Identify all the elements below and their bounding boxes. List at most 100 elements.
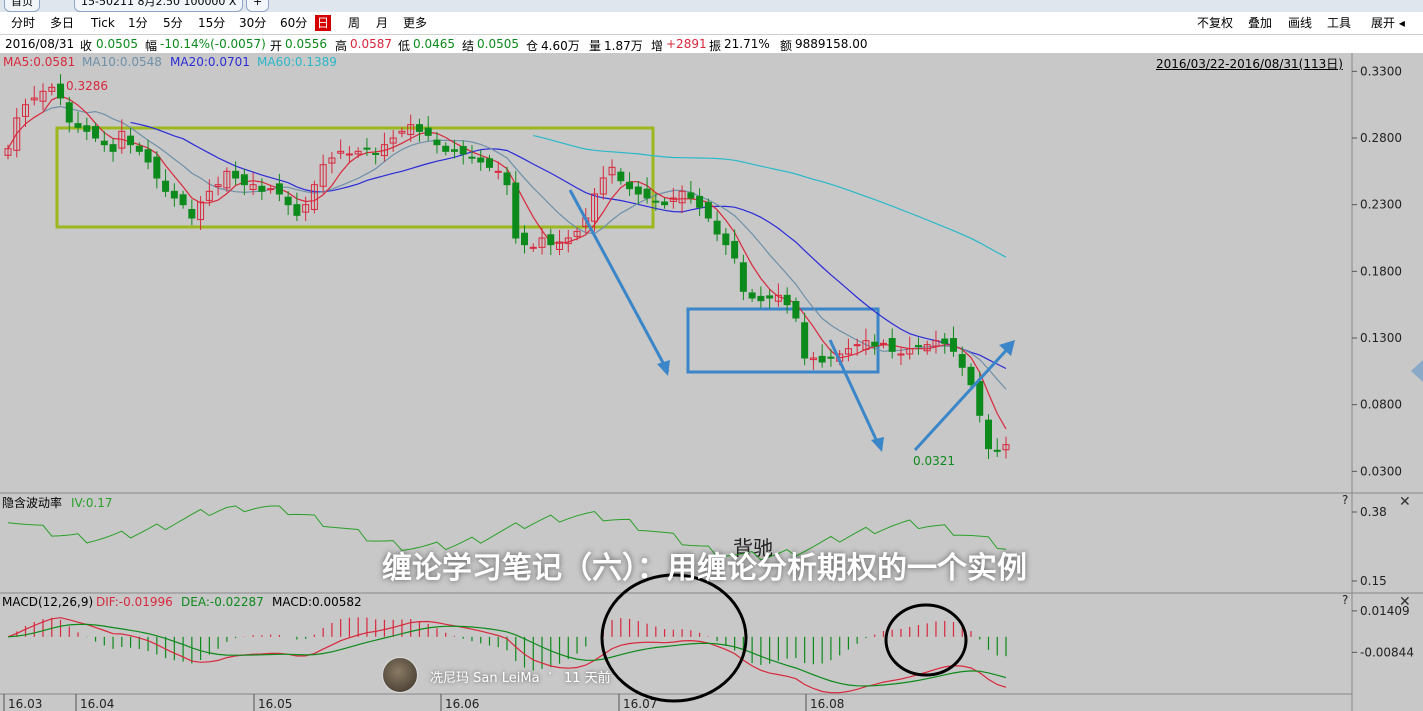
author-name[interactable]: 冼尼玛 San LeiMa: [430, 667, 540, 686]
period-month[interactable]: 月: [374, 15, 390, 31]
candle-body: [503, 172, 511, 186]
iv-help-icon: ?: [1342, 493, 1348, 507]
candle-body: [949, 338, 957, 352]
kline-chart[interactable]: 0.3300 0.2800 0.2300 0.1800 0.1300 0.0800 0.03…: [0, 53, 1423, 711]
period-tick[interactable]: Tick: [89, 15, 117, 31]
iv-value: IV:0.17: [71, 496, 113, 510]
high-marker-label: 0.3286: [66, 79, 108, 93]
candle-body: [275, 183, 283, 195]
candle-body: [363, 147, 371, 150]
candle-body: [792, 300, 800, 319]
candle-body: [170, 190, 178, 199]
period-toolbar: 分时 多日 Tick 1分 5分 15分 30分 60分 日 周 月 更多 不复…: [0, 12, 1423, 35]
overlay-button[interactable]: 叠加: [1246, 15, 1274, 31]
candle-body: [634, 186, 642, 195]
candle-body: [459, 146, 467, 155]
period-5min[interactable]: 5分: [161, 15, 185, 31]
candle-body: [739, 262, 747, 292]
candle-body: [415, 124, 423, 132]
tab-label: +: [253, 0, 263, 8]
post-time: 11 天前: [564, 671, 611, 686]
divergence-circle-2: [884, 603, 968, 677]
quote-high: 0.0587: [350, 37, 392, 51]
period-day[interactable]: 日: [315, 15, 332, 31]
candle-body: [372, 152, 380, 155]
ma5-line: [7, 95, 1007, 430]
candle-body: [153, 156, 161, 179]
quote-low-label: 低: [398, 39, 411, 53]
period-30min[interactable]: 30分: [237, 15, 268, 31]
quote-low: 0.0465: [413, 37, 455, 51]
tools-button[interactable]: 工具: [1325, 15, 1353, 31]
candle-body: [179, 194, 187, 206]
candle-body: [871, 341, 879, 347]
period-week[interactable]: 周: [346, 15, 362, 31]
divergence-circle-1: [600, 573, 748, 703]
candle-body: [853, 344, 861, 347]
quote-oi-label: 仓: [526, 39, 539, 53]
candle-body: [477, 157, 485, 163]
quote-amp: 21.71%: [724, 37, 770, 51]
candle-body: [74, 123, 82, 128]
candle-body: [748, 292, 756, 299]
candle-body: [626, 181, 634, 190]
quote-close: 0.0505: [96, 37, 138, 51]
expand-button[interactable]: 展开 ◂: [1369, 15, 1407, 31]
candle-body: [442, 145, 450, 152]
candle-body: [162, 180, 170, 192]
candle-body: [696, 195, 704, 208]
candle-body: [914, 344, 922, 347]
candle-body: [65, 102, 73, 123]
tab-new[interactable]: +: [246, 0, 270, 12]
candle-body: [57, 83, 65, 99]
candle-body: [941, 338, 949, 344]
no-adjust-button[interactable]: 不复权: [1195, 15, 1235, 31]
candle-body: [984, 419, 992, 450]
candle-body: [958, 354, 966, 368]
tab-contract[interactable]: 15-50211 8月2.50 100000 X: [74, 0, 244, 12]
iv-tick-label: 0.15: [1360, 574, 1387, 588]
candle-body: [521, 232, 529, 246]
iv-label: 隐含波动率: [2, 495, 62, 510]
quote-amount: 9889158.00: [795, 37, 868, 51]
arrow-head: [871, 437, 884, 452]
candle-body: [643, 188, 651, 199]
avatar[interactable]: [382, 657, 418, 693]
candle-body: [293, 204, 301, 216]
candle-body: [345, 153, 353, 156]
article-title[interactable]: 缠论学习笔记（六）：用缠论分析期权的一个实例: [382, 548, 1042, 590]
candle-body: [494, 170, 502, 173]
candle-body: [704, 202, 712, 219]
tab-bar: 首页 15-50211 8月2.50 100000 X +: [0, 0, 1423, 12]
iv-tick-label: 0.38: [1360, 505, 1387, 519]
period-15min[interactable]: 15分: [196, 15, 227, 31]
quote-change-label: 幅: [145, 39, 158, 53]
draw-line-button[interactable]: 画线: [1286, 15, 1314, 31]
quote-volume-label: 量: [589, 39, 602, 53]
candle-body: [993, 449, 1001, 452]
period-1min[interactable]: 1分: [126, 15, 150, 31]
period-duori[interactable]: 多日: [48, 15, 76, 31]
candle-body: [888, 338, 896, 352]
candle-body: [188, 208, 196, 219]
candle-body: [897, 353, 905, 356]
quote-amp-label: 振: [709, 39, 722, 53]
price-tick-label: 0.0800: [1360, 398, 1402, 412]
ma60-path: [533, 135, 1007, 258]
extreme-markers: 0.3286 0.0321: [51, 79, 955, 468]
candle-body: [617, 171, 625, 182]
quote-high-label: 高: [335, 39, 348, 53]
candle-body: [731, 240, 739, 259]
candle-body: [433, 139, 441, 146]
price-tick-label: 0.2300: [1360, 198, 1402, 212]
period-fenshi[interactable]: 分时: [9, 15, 37, 31]
tab-label: 首页: [11, 0, 33, 8]
period-60min[interactable]: 60分: [278, 15, 309, 31]
period-more[interactable]: 更多: [401, 15, 429, 31]
candle-body: [722, 233, 730, 246]
time-tick-label: 16.06: [445, 697, 479, 711]
down-arrow-2: [828, 339, 882, 449]
price-tick-label: 0.2800: [1360, 131, 1402, 145]
collapse-arrow-icon: [1411, 360, 1423, 382]
tab-home[interactable]: 首页: [4, 0, 40, 12]
